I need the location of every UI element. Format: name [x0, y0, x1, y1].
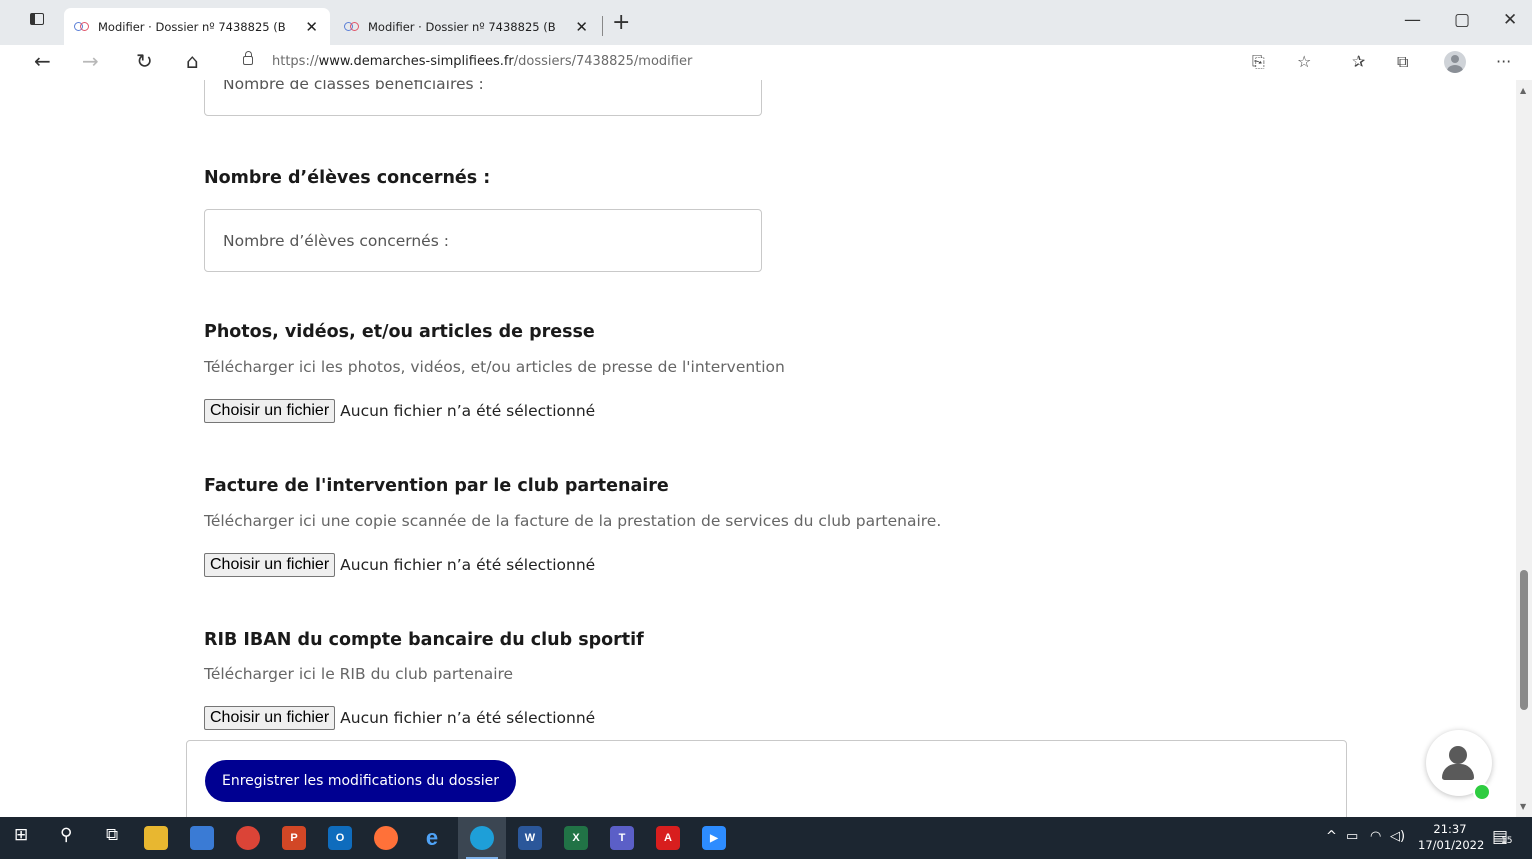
volume-icon[interactable]: ◁): [1390, 829, 1405, 844]
online-status-indicator: [1473, 783, 1491, 801]
invoice-file-status: Aucun fichier n’a été sélectionné: [340, 556, 596, 574]
save-modifications-button[interactable]: Enregistrer les modifications du dossier: [205, 760, 516, 802]
students-count-label: Nombre d’élèves concernés :: [204, 168, 491, 188]
media-file-input: Choisir un fichier Aucun fichier n’a été…: [204, 399, 595, 423]
url-path: /dossiers/7438825/modifier: [513, 54, 693, 69]
forward-button[interactable]: →: [82, 49, 99, 73]
tab-close-icon[interactable]: ✕: [305, 18, 318, 36]
clock-time: 21:37: [1433, 822, 1467, 836]
page-scrollbar[interactable]: ▲ ▼: [1516, 80, 1532, 817]
favorites-icon[interactable]: ✰: [1352, 52, 1365, 71]
clock-date: 17/01/2022: [1418, 838, 1485, 852]
edge-icon[interactable]: [470, 826, 494, 850]
minimize-button[interactable]: —: [1404, 10, 1421, 30]
scroll-down-arrow-icon[interactable]: ▼: [1520, 802, 1526, 811]
rib-file-input: Choisir un fichier Aucun fichier n’a été…: [204, 706, 595, 730]
tab-dossier-2[interactable]: Modifier · Dossier nº 7438825 (B ✕: [334, 8, 600, 45]
excel-icon[interactable]: X: [564, 826, 588, 850]
classes-count-placeholder: Nombre de classes bénéficiaires :: [223, 80, 484, 93]
taskbar-clock[interactable]: 21:37 17/01/2022: [1418, 821, 1485, 853]
read-aloud-icon[interactable]: ⎘: [1252, 52, 1265, 72]
support-chat-button[interactable]: [1426, 730, 1492, 801]
invoice-upload-description: Télécharger ici une copie scannée de la …: [204, 512, 942, 530]
rib-choose-file-button[interactable]: Choisir un fichier: [204, 706, 336, 730]
tab-title: Modifier · Dossier nº 7438825 (B: [98, 19, 286, 34]
remote-desktop-icon[interactable]: [190, 826, 214, 850]
media-file-status: Aucun fichier n’a été sélectionné: [340, 402, 596, 420]
back-button[interactable]: ←: [34, 49, 51, 73]
notifications-icon[interactable]: ▤ 15: [1492, 827, 1512, 847]
close-window-button[interactable]: ✕: [1503, 10, 1517, 30]
url-scheme: https://: [272, 54, 319, 69]
outlook-icon[interactable]: O: [328, 826, 352, 850]
site-favicon-icon: [74, 21, 90, 32]
more-menu-icon[interactable]: ···: [1496, 52, 1511, 71]
tab-title: Modifier · Dossier nº 7438825 (B: [368, 19, 556, 34]
add-favorite-icon[interactable]: ☆: [1297, 52, 1311, 71]
agent-avatar-icon: [1449, 746, 1467, 764]
scroll-up-arrow-icon[interactable]: ▲: [1520, 86, 1526, 95]
search-icon[interactable]: ⚲: [60, 825, 72, 845]
file-explorer-icon[interactable]: [144, 826, 168, 850]
classes-count-input[interactable]: Nombre de classes bénéficiaires :: [204, 80, 762, 116]
edge-taskbar-active[interactable]: [458, 817, 506, 859]
rib-upload-label: RIB IBAN du compte bancaire du club spor…: [204, 630, 644, 650]
powerpoint-icon[interactable]: P: [282, 826, 306, 850]
site-favicon-icon: [344, 21, 360, 32]
tab-dossier-active[interactable]: Modifier · Dossier nº 7438825 (B ✕: [64, 8, 330, 45]
chrome-icon[interactable]: [236, 826, 260, 850]
windows-taskbar: ⊞ ⚲ ⧉ P O e W X T A ▶ ^ ▭ ◠ ◁) 21:37 17/…: [0, 817, 1532, 859]
tab-actions-icon[interactable]: [30, 13, 44, 25]
invoice-file-input: Choisir un fichier Aucun fichier n’a été…: [204, 553, 595, 577]
profile-avatar[interactable]: [1444, 51, 1466, 73]
reload-button[interactable]: ↻: [136, 49, 153, 73]
tab-close-icon[interactable]: ✕: [575, 18, 588, 36]
internet-explorer-icon[interactable]: e: [420, 825, 444, 850]
teams-icon[interactable]: T: [610, 826, 634, 850]
scrollbar-thumb[interactable]: [1520, 570, 1528, 710]
students-count-placeholder: Nombre d’élèves concernés :: [223, 231, 449, 250]
notification-count: 15: [1501, 836, 1513, 846]
url-field[interactable]: https://www.demarches-simplifiees.fr/dos…: [272, 54, 692, 69]
address-bar-row: ← → ↻ ⌂ https://www.demarches-simplifiee…: [0, 45, 1532, 81]
firefox-icon[interactable]: [374, 826, 398, 850]
lock-icon[interactable]: [243, 51, 253, 65]
rib-upload-description: Télécharger ici le RIB du club partenair…: [204, 665, 514, 683]
restore-button[interactable]: ▢: [1454, 10, 1470, 30]
page-viewport: Nombre de classes bénéficiaires : Nombre…: [0, 80, 1516, 817]
network-icon[interactable]: ◠: [1370, 829, 1381, 844]
collections-icon[interactable]: ⧉: [1397, 52, 1408, 72]
acrobat-icon[interactable]: A: [656, 826, 680, 850]
rib-file-status: Aucun fichier n’a été sélectionné: [340, 709, 596, 727]
save-actions-panel: Enregistrer les modifications du dossier: [186, 740, 1347, 817]
media-choose-file-button[interactable]: Choisir un fichier: [204, 399, 336, 423]
media-upload-label: Photos, vidéos, et/ou articles de presse: [204, 322, 595, 342]
tab-separator: [602, 16, 603, 36]
start-icon[interactable]: ⊞: [14, 825, 28, 845]
home-button[interactable]: ⌂: [186, 49, 199, 73]
agent-avatar-body: [1442, 764, 1474, 780]
new-tab-button[interactable]: +: [612, 10, 630, 35]
invoice-upload-label: Facture de l'intervention par le club pa…: [204, 476, 669, 496]
students-count-input[interactable]: Nombre d’élèves concernés :: [204, 209, 762, 272]
invoice-choose-file-button[interactable]: Choisir un fichier: [204, 553, 336, 577]
task-view-icon[interactable]: ⧉: [106, 825, 118, 845]
show-hidden-icons-chevron-icon[interactable]: ^: [1326, 829, 1337, 844]
url-host: www.demarches-simplifiees.fr: [318, 54, 514, 69]
battery-icon[interactable]: ▭: [1346, 829, 1358, 844]
media-upload-description: Télécharger ici les photos, vidéos, et/o…: [204, 358, 785, 376]
word-icon[interactable]: W: [518, 826, 542, 850]
browser-tab-bar: Modifier · Dossier nº 7438825 (B ✕ Modif…: [0, 0, 1532, 45]
zoom-icon[interactable]: ▶: [702, 826, 726, 850]
